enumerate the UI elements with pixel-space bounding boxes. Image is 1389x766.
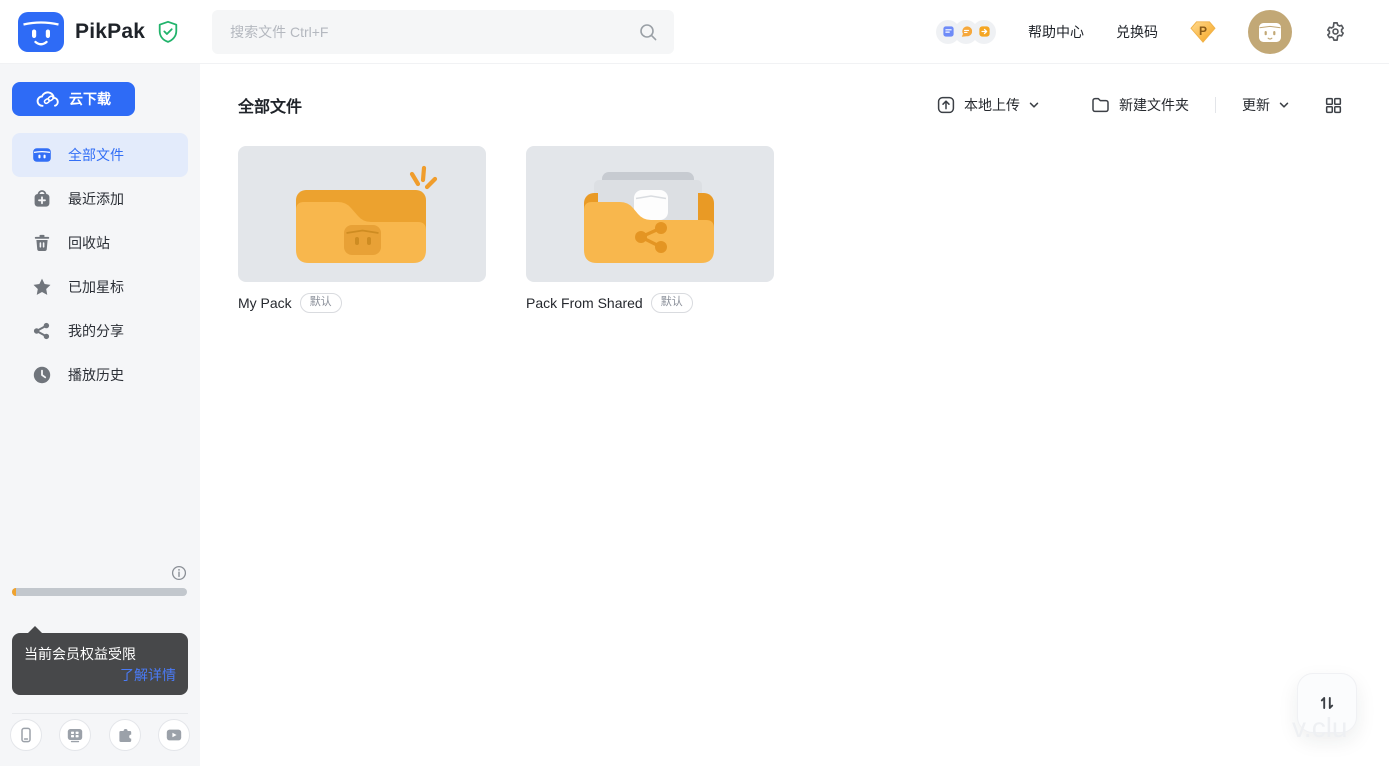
sidebar: 云下载 全部文件 最近添加: [0, 64, 200, 766]
sidebar-item-label: 我的分享: [68, 321, 124, 341]
toolbar: 本地上传 新建文件夹 更新: [936, 95, 1343, 115]
page-title: 全部文件: [238, 93, 302, 117]
sidebar-item-label: 回收站: [68, 233, 110, 253]
sidebar-item-starred[interactable]: 已加星标: [12, 265, 188, 309]
quick-apps: [936, 20, 996, 44]
member-limit-tooltip: 当前会员权益受限 了解详情: [12, 633, 188, 695]
tooltip-title: 当前会员权益受限: [24, 644, 176, 664]
local-upload-button[interactable]: 本地上传: [936, 95, 1040, 115]
new-folder-button[interactable]: 新建文件夹: [1090, 95, 1189, 115]
storage-progress-used: [12, 588, 16, 596]
star-icon: [32, 277, 52, 297]
search-bar[interactable]: [212, 10, 674, 54]
avatar[interactable]: [1248, 10, 1292, 54]
search-icon[interactable]: [638, 22, 658, 42]
pikpak-logo-icon[interactable]: [18, 12, 64, 52]
storage-info-icon[interactable]: [171, 565, 187, 581]
shared-pack-folder-icon: [526, 146, 774, 282]
main-content: 全部文件 本地上传: [200, 64, 1389, 766]
help-center-link[interactable]: 帮助中心: [1028, 22, 1084, 42]
my-pack-folder-icon: [238, 146, 486, 282]
security-shield-icon: [157, 20, 179, 44]
chevron-down-icon: [1278, 99, 1290, 111]
cloud-download-button[interactable]: 云下载: [12, 82, 135, 116]
svg-text:P: P: [1199, 24, 1207, 38]
local-upload-label: 本地上传: [964, 95, 1020, 115]
default-badge: 默认: [651, 293, 693, 313]
folder-name: My Pack: [238, 295, 292, 311]
sidebar-item-all-files[interactable]: 全部文件: [12, 133, 188, 177]
sidebar-item-label: 播放历史: [68, 365, 124, 385]
refresh-label: 更新: [1242, 95, 1270, 115]
sidebar-item-my-shares[interactable]: 我的分享: [12, 309, 188, 353]
settings-gear-icon[interactable]: [1324, 20, 1347, 43]
folder-grid: My Pack 默认: [238, 146, 774, 313]
recent-add-icon: [32, 189, 52, 209]
folder-card-pack-from-shared[interactable]: Pack From Shared 默认: [526, 146, 774, 313]
sort-order-button[interactable]: [1297, 673, 1357, 733]
storage-progress-bar: [12, 588, 187, 596]
platform-dock: [10, 719, 190, 751]
sidebar-item-label: 最近添加: [68, 189, 124, 209]
sidebar-item-trash[interactable]: 回收站: [12, 221, 188, 265]
history-clock-icon: [32, 365, 52, 385]
folder-thumbnail[interactable]: [238, 146, 486, 282]
folder-thumbnail[interactable]: [526, 146, 774, 282]
folder-card-my-pack[interactable]: My Pack 默认: [238, 146, 486, 313]
upload-icon: [936, 95, 956, 115]
sort-arrows-icon: [1315, 691, 1339, 715]
search-input[interactable]: [228, 23, 638, 41]
mobile-app-icon[interactable]: [10, 719, 42, 751]
tv-app-icon[interactable]: [59, 719, 91, 751]
browser-extension-icon[interactable]: [109, 719, 141, 751]
grid-view-icon[interactable]: [1324, 96, 1343, 115]
header-actions: 帮助中心 兑换码 P: [936, 10, 1347, 54]
refresh-button[interactable]: 更新: [1242, 95, 1290, 115]
arrow-right-icon[interactable]: [972, 20, 996, 44]
sidebar-item-label: 已加星标: [68, 277, 124, 297]
video-channel-icon[interactable]: [158, 719, 190, 751]
trash-icon: [32, 233, 52, 253]
sidebar-item-label: 全部文件: [68, 145, 124, 165]
folder-outline-icon: [1090, 95, 1111, 115]
sidebar-divider: [12, 713, 188, 714]
folder-name: Pack From Shared: [526, 295, 643, 311]
redeem-code-link[interactable]: 兑换码: [1116, 22, 1158, 42]
all-files-icon: [32, 145, 52, 165]
chevron-down-icon: [1028, 99, 1040, 111]
learn-more-link[interactable]: 了解详情: [120, 665, 176, 685]
new-folder-label: 新建文件夹: [1119, 95, 1189, 115]
top-header: PikPak: [0, 0, 1389, 64]
premium-gem-badge[interactable]: P: [1190, 20, 1216, 44]
cloud-download-label: 云下载: [69, 89, 111, 109]
toolbar-divider: [1215, 97, 1216, 113]
cloud-link-icon: [36, 89, 61, 110]
default-badge: 默认: [300, 293, 342, 313]
sidebar-menu: 全部文件 最近添加 回收站: [12, 133, 188, 397]
sidebar-item-recent[interactable]: 最近添加: [12, 177, 188, 221]
sidebar-item-play-history[interactable]: 播放历史: [12, 353, 188, 397]
share-icon: [32, 321, 52, 341]
brand-name: PikPak: [75, 20, 145, 44]
